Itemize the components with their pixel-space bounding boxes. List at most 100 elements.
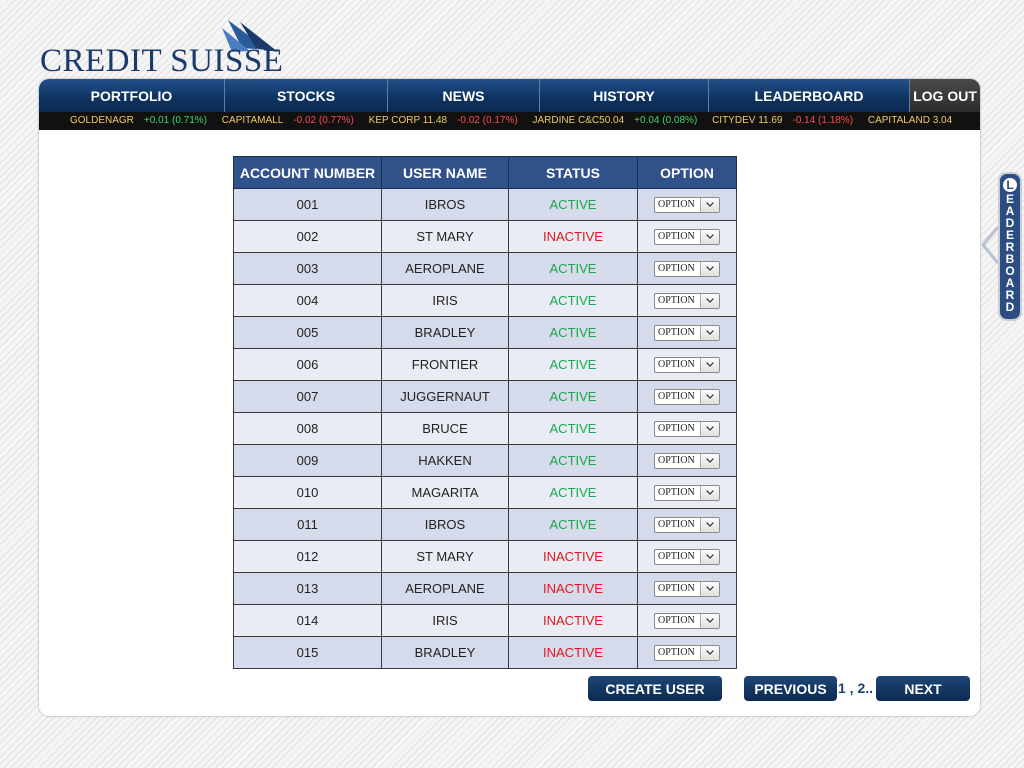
ticker-price: 11.69 [758,115,783,126]
option-select[interactable]: OPTION [654,548,720,565]
chevron-down-icon [700,261,719,276]
option-cell: OPTION [637,636,737,669]
option-select[interactable]: OPTION [654,580,720,597]
option-select[interactable]: OPTION [654,356,720,373]
chevron-down-icon [700,517,719,532]
table-row: 009 HAKKEN ACTIVE OPTION [233,444,737,477]
account-number-cell: 001 [233,188,382,221]
column-header-option: OPTION [637,156,737,189]
option-cell: OPTION [637,604,737,637]
accounts-table-container: ACCOUNT NUMBER USER NAME STATUS OPTION 0… [233,156,737,669]
option-cell: OPTION [637,188,737,221]
option-select[interactable]: OPTION [654,612,720,629]
user-name-cell: IBROS [381,508,509,541]
next-button[interactable]: NEXT [876,676,970,701]
option-select[interactable]: OPTION [654,484,720,501]
table-row: 001 IBROS ACTIVE OPTION [233,188,737,221]
status-cell: ACTIVE [508,252,638,285]
option-cell: OPTION [637,508,737,541]
user-name-cell: ST MARY [381,540,509,573]
option-cell: OPTION [637,540,737,573]
option-select-label: OPTION [658,423,695,435]
option-cell: OPTION [637,284,737,317]
user-name-cell: IBROS [381,188,509,221]
ticker-change: +0.01 (0.71%) [143,115,208,126]
status-cell: INACTIVE [508,572,638,605]
account-number-cell: 014 [233,604,382,637]
nav-leaderboard[interactable]: LEADERBOARD [709,79,910,112]
option-select[interactable]: OPTION [654,196,720,213]
status-cell: ACTIVE [508,284,638,317]
option-select[interactable]: OPTION [654,292,720,309]
option-cell: OPTION [637,220,737,253]
option-cell: OPTION [637,252,737,285]
table-row: 004 IRIS ACTIVE OPTION [233,284,737,317]
option-select-label: OPTION [658,551,695,563]
table-row: 005 BRADLEY ACTIVE OPTION [233,316,737,349]
option-cell: OPTION [637,316,737,349]
table-row: 010 MAGARITA ACTIVE OPTION [233,476,737,509]
account-number-cell: 013 [233,572,382,605]
option-select[interactable]: OPTION [654,228,720,245]
option-select[interactable]: OPTION [654,260,720,277]
ticker-item: JARDINE C&C50.04 +0.04 (0.08%) [532,112,697,129]
option-select-label: OPTION [658,615,695,627]
chevron-down-icon [700,581,719,596]
user-name-cell: BRUCE [381,412,509,445]
option-cell: OPTION [637,380,737,413]
main-panel: PORTFOLIO STOCKS NEWS HISTORY LEADERBOAR… [39,79,980,716]
ticker-item: CAPITAMALL -0.02 (0.77%) [222,112,354,129]
chevron-down-icon [700,485,719,500]
logout-button[interactable]: LOG OUT [910,79,980,112]
chevron-down-icon [700,613,719,628]
option-select-label: OPTION [658,519,695,531]
chevron-down-icon [700,421,719,436]
table-row: 006 FRONTIER ACTIVE OPTION [233,348,737,381]
option-select[interactable]: OPTION [654,420,720,437]
accounts-table-body: 001 IBROS ACTIVE OPTION 002 ST MARY INACTIVE OP… [233,188,737,669]
nav-portfolio[interactable]: PORTFOLIO [39,79,225,112]
option-select[interactable]: OPTION [654,324,720,341]
status-cell: INACTIVE [508,636,638,669]
create-user-button[interactable]: CREATE USER [588,676,722,701]
account-number-cell: 010 [233,476,382,509]
column-header-user-name: USER NAME [381,156,509,189]
account-number-cell: 009 [233,444,382,477]
user-name-cell: FRONTIER [381,348,509,381]
account-number-cell: 015 [233,636,382,669]
nav-stocks[interactable]: STOCKS [225,79,388,112]
table-row: 002 ST MARY INACTIVE OPTION [233,220,737,253]
chevron-down-icon [700,229,719,244]
option-select-label: OPTION [658,263,695,275]
page-numbers[interactable]: 1 , 2.. [838,680,873,696]
option-select[interactable]: OPTION [654,516,720,533]
previous-button[interactable]: PREVIOUS [744,676,837,701]
stock-ticker: GOLDENAGR +0.01 (0.71%) CAPITAMALL -0.02 (… [39,112,980,130]
option-select-label: OPTION [658,359,695,371]
option-select[interactable]: OPTION [654,388,720,405]
status-cell: ACTIVE [508,444,638,477]
user-name-cell: MAGARITA [381,476,509,509]
ticker-price: 3.04 [932,115,953,126]
credit-suisse-logo: CREDIT SUISSE [40,18,283,79]
status-cell: INACTIVE [508,220,638,253]
chevron-down-icon [700,293,719,308]
option-select-label: OPTION [658,231,695,243]
ticker-change: -0.02 (0.17%) [457,115,518,126]
option-select-label: OPTION [658,327,695,339]
side-tab-letter: L [1003,178,1017,192]
table-row: 015 BRADLEY INACTIVE OPTION [233,636,737,669]
option-cell: OPTION [637,572,737,605]
ticker-price: 50.04 [599,115,625,126]
option-select-label: OPTION [658,295,695,307]
top-navigation: PORTFOLIO STOCKS NEWS HISTORY LEADERBOAR… [39,79,980,112]
option-select[interactable]: OPTION [654,452,720,469]
account-number-cell: 005 [233,316,382,349]
option-select[interactable]: OPTION [654,644,720,661]
user-name-cell: BRADLEY [381,316,509,349]
leaderboard-side-tab[interactable]: LEADERBOARD [998,172,1022,321]
nav-history[interactable]: HISTORY [540,79,709,112]
account-number-cell: 011 [233,508,382,541]
chevron-left-icon[interactable] [980,225,1000,265]
nav-news[interactable]: NEWS [388,79,540,112]
